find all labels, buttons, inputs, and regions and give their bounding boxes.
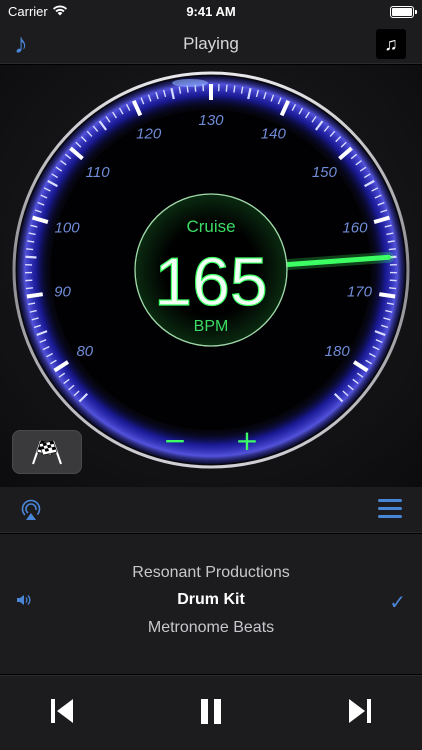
gauge-tick (233, 85, 236, 93)
race-flags-button[interactable] (12, 430, 82, 474)
skip-forward-icon[interactable] (346, 696, 374, 726)
menu-icon[interactable] (378, 499, 402, 519)
gauge-tick (388, 248, 396, 251)
track-artist: Resonant Productions (132, 564, 290, 581)
gauge-tick (25, 287, 33, 290)
gauge-tick-label: 150 (312, 164, 338, 181)
output-bar (0, 487, 422, 533)
decrement-button[interactable]: − (163, 424, 186, 457)
track-list: Resonant Productions Drum Kit Metronome … (0, 534, 422, 674)
gauge-tick-label: 130 (198, 112, 224, 129)
gauge-tick-label: 110 (86, 164, 111, 181)
gauge-tick (378, 292, 396, 299)
gauge-tick (25, 255, 37, 259)
gauge-tick-label: 140 (261, 126, 287, 143)
increment-button[interactable]: + (235, 424, 258, 457)
nav-bar: ♪ Playing ♫ (0, 24, 422, 64)
transport-controls (0, 675, 422, 750)
airplay-icon[interactable] (20, 499, 42, 521)
gauge-tick-label: 80 (76, 343, 93, 360)
mode-label: Cruise (186, 217, 235, 236)
bpm-value: 165 (154, 244, 267, 320)
gauge-tick-label: 160 (342, 220, 368, 237)
battery-icon (390, 6, 417, 18)
gauge-dial[interactable]: 80 90 100 110 120 130 140 150 160 170 180 Cruise 1… (0, 65, 422, 487)
gauge-tick-label: 100 (55, 220, 81, 237)
checkered-flags-icon (32, 440, 62, 465)
bpm-unit-label: BPM (194, 318, 229, 335)
gauge-tick-label: 180 (325, 343, 351, 360)
gauge-tick (26, 248, 34, 251)
gauge-tick-label: 120 (136, 126, 162, 143)
page-title: Playing (183, 34, 239, 53)
gauge-tick (26, 292, 44, 299)
skip-back-icon[interactable] (48, 696, 76, 726)
tempo-gauge: 80 90 100 110 120 130 140 150 160 170 180 Cruise 1… (0, 65, 422, 487)
track-album: Metronome Beats (147, 619, 275, 636)
status-time: 9:41 AM (186, 4, 236, 19)
gauge-tick-label: 90 (54, 283, 71, 300)
track-title: Drum Kit (177, 591, 245, 608)
gauge-tick (225, 84, 228, 92)
gauge-tick (389, 287, 397, 290)
checkmark-icon: ✓ (389, 592, 406, 614)
pause-icon[interactable] (196, 696, 226, 726)
music-notes-icon[interactable]: ♫ (376, 29, 406, 59)
status-bar: Carrier 9:41 AM (0, 0, 422, 24)
gauge-tick-label: 170 (347, 283, 373, 300)
